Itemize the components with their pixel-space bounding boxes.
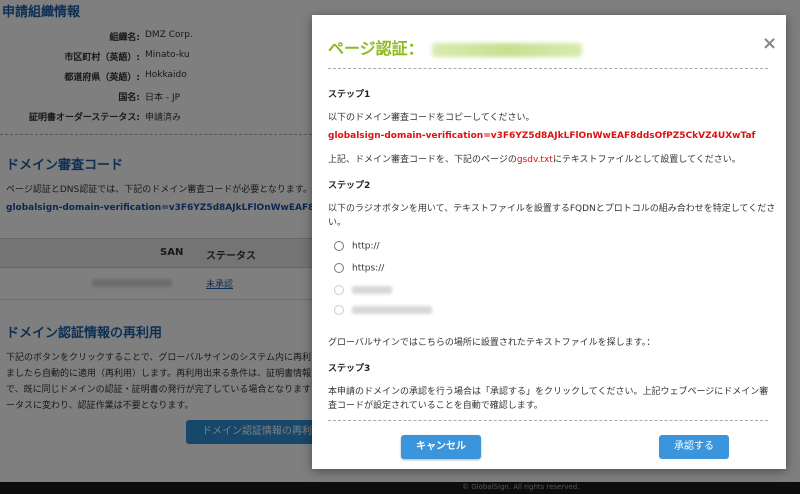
step1-note-suffix: にテキストファイルとして設置してください。 [552,155,741,165]
domain-name-redacted [431,42,582,57]
cancel-button[interactable]: キャンセル [401,435,481,459]
step3-title: ステップ3 [328,364,371,374]
step2-title: ステップ2 [328,181,371,191]
step2-instruction-line1: 以下のラジオボタンを用いて、テキストファイルを設置するFQDNとプロトコルの組み… [328,204,776,214]
radio-label: https:// [352,263,385,274]
fqdn-redacted [352,306,432,314]
radio-label: http:// [352,241,380,252]
step1-note-prefix: 上記、ドメイン審査コードを、下記のページの [328,155,517,165]
radio-http[interactable]: http:// [334,241,380,252]
close-icon[interactable]: × [762,33,777,54]
step1-title: ステップ1 [328,90,371,100]
radio-fqdn-1[interactable] [334,285,392,296]
divider [328,420,768,421]
step1-note: 上記、ドメイン審査コードを、下記のページのgsdv.txtにテキストファイルとし… [328,152,741,165]
page-auth-dialog: ページ認証： × ステップ1 以下のドメイン審査コードをコピーしてください。 g… [312,15,786,469]
search-location-text: グローバルサインではこちらの場所に設置されたテキストファイルを探します。： [328,338,656,348]
radio-fqdn-2[interactable] [334,305,432,316]
step3-instruction-line2: 査コードが設定されていることを自動で確認します。 [328,401,543,411]
step3-instruction-line1: 本申請のドメインの承認を行う場合は「承認する」をクリックしてください。上記ウェブ… [328,387,769,397]
radio-circle[interactable] [334,305,344,315]
radio-circle[interactable] [334,241,344,251]
fqdn-redacted [352,286,392,294]
divider [328,68,768,69]
dialog-title: ページ認証： [328,35,582,59]
radio-circle[interactable] [334,285,344,295]
approve-button[interactable]: 承認する [659,435,729,459]
step1-instruction: 以下のドメイン審査コードをコピーしてください。 [328,113,535,123]
domain-verification-code[interactable]: globalsign-domain-verification=v3F6YZ5d8… [328,131,755,141]
dialog-title-text: ページ認証： [328,39,424,58]
radio-https[interactable]: https:// [334,263,384,274]
radio-circle[interactable] [334,263,344,273]
gsdv-file-link[interactable]: gsdv.txt [517,155,553,165]
step2-instruction-line2: い。 [328,218,347,228]
